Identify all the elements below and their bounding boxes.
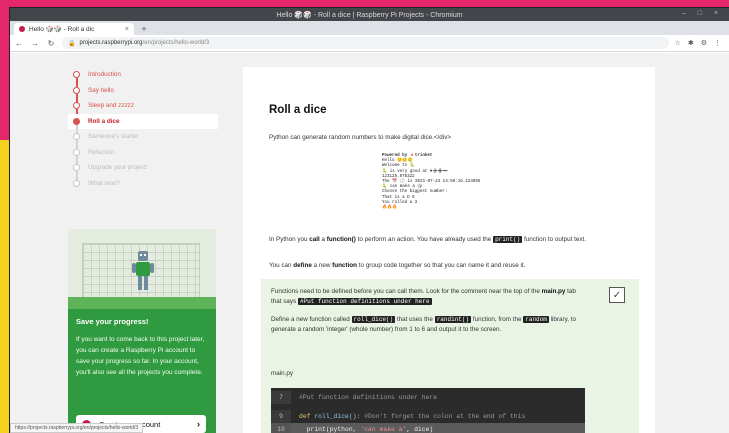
inline-code: print()	[493, 236, 523, 243]
inline-code: randint()	[434, 316, 472, 323]
window-controls[interactable]: – □ ×	[682, 10, 723, 17]
reload-icon[interactable]: ↻	[46, 39, 56, 48]
main-panel: Roll a dice Python can generate random n…	[243, 67, 655, 433]
intro-paragraph: Python can generate random numbers to ma…	[269, 134, 452, 141]
step-item-reflection[interactable]: Refection	[68, 145, 218, 165]
define-paragraph: You can define a new function to group c…	[269, 262, 526, 269]
trinket-output: Powered by 🔺trinket Hello 🙂🙂🙂 Welcome to…	[378, 151, 508, 227]
step-item-say-hello[interactable]: Say hello	[68, 83, 218, 103]
task-paragraph-2: Define a new function called roll_dice()…	[271, 316, 577, 333]
card-title: Save your progress!	[76, 317, 149, 326]
browser-window: Hello 🎲🎲 - Roll a dice | Raspberry Pi Pr…	[10, 8, 729, 433]
code-filename: main.py	[271, 370, 294, 377]
line-number: 9	[271, 410, 291, 423]
card-text: If you want to come back to this project…	[76, 336, 205, 376]
step-dot-icon	[73, 71, 80, 78]
page-content: Introduction Say hello Sleep and zzzzz R…	[10, 53, 729, 433]
step-label: Upgrade your project	[88, 164, 147, 172]
step-navigation: Introduction Say hello Sleep and zzzzz R…	[68, 67, 218, 191]
code-line: 9 def roll_dice(): #Don't forget the col…	[271, 410, 585, 423]
tab-strip: Hello 🎲🎲 - Roll a dic × +	[10, 21, 729, 35]
chevron-right-icon: ›	[197, 419, 200, 429]
inline-code: random	[523, 316, 549, 323]
raspberry-favicon-icon	[19, 26, 25, 32]
step-dot-icon	[73, 117, 80, 125]
step-label: Say hello	[88, 86, 114, 94]
back-icon[interactable]: ←	[14, 39, 24, 48]
window-titlebar: Hello 🎲🎲 - Roll a dice | Raspberry Pi Pr…	[10, 8, 729, 21]
step-item-starter[interactable]: Sameone's starter	[68, 129, 218, 149]
menu-icon[interactable]: ⋮	[714, 39, 721, 47]
screenshot-root: Hello 🎲🎲 - Roll a dice | Raspberry Pi Pr…	[0, 0, 729, 433]
step-item-upgrade[interactable]: Upgrade your project	[68, 160, 218, 180]
robot-illustration	[68, 229, 216, 309]
task-checkbox[interactable]: ✓	[609, 287, 625, 303]
profile-icon[interactable]: ⚙	[701, 39, 707, 47]
inline-code: #Put function definitions under here	[297, 298, 432, 305]
url-host: projects.raspberrypi.org	[79, 40, 143, 46]
url-path: /en/projects/hello-world/3	[142, 40, 210, 46]
step-dot-icon	[73, 102, 80, 109]
code-line: 7 #Put function definitions under here	[271, 391, 585, 404]
line-number: 10	[271, 423, 291, 433]
status-bar-url: https://projects.raspberrypi.org/en/proj…	[10, 423, 144, 433]
step-dot-icon	[73, 164, 80, 171]
step-dot-icon	[73, 86, 80, 94]
step-label: Introduction	[88, 71, 121, 79]
line-number: 7	[271, 391, 291, 404]
save-progress-card: Save your progress! If you want to come …	[68, 229, 216, 433]
step-item-roll-a-dice[interactable]: Roll a dice	[68, 113, 218, 134]
step-item-introduction[interactable]: Introduction	[68, 67, 218, 87]
browser-tab[interactable]: Hello 🎲🎲 - Roll a dic ×	[14, 23, 134, 35]
tab-close-icon[interactable]: ×	[125, 26, 129, 33]
call-paragraph: In Python you call a function() to perfo…	[269, 236, 586, 243]
forward-icon[interactable]: →	[30, 39, 40, 48]
trinket-line: 🔥🔥🔥	[382, 206, 398, 211]
code-line: 10 print(python, 'can make a', dice)	[271, 423, 585, 433]
step-label: Sameone's starter	[88, 133, 139, 141]
step-label: Refection	[88, 148, 115, 156]
task-paragraph-1: Functions need to be defined before you …	[271, 288, 576, 305]
browser-toolbar: ← → ↻ 🔒 projects.raspberrypi.org/en/proj…	[10, 35, 729, 52]
code-block: 7 #Put function definitions under here 9…	[271, 388, 585, 433]
bookmark-star-icon[interactable]: ☆	[675, 39, 681, 47]
robot-icon	[132, 251, 154, 290]
window-title: Hello 🎲🎲 - Roll a dice | Raspberry Pi Pr…	[276, 11, 463, 19]
new-tab-button[interactable]: +	[137, 23, 151, 35]
step-label: What next?	[88, 179, 120, 187]
tab-label: Hello 🎲🎲 - Roll a dic	[29, 26, 95, 33]
step-item-sleep[interactable]: Sleep and zzzzz	[68, 98, 218, 118]
step-dot-icon	[73, 148, 80, 156]
step-dot-icon	[73, 179, 80, 187]
step-label: Roll a dice	[88, 117, 120, 125]
inline-code: roll_dice()	[351, 316, 396, 323]
extensions-icon[interactable]: ✱	[688, 39, 694, 47]
address-bar[interactable]: 🔒 projects.raspberrypi.org/en/projects/h…	[62, 37, 669, 49]
lock-icon: 🔒	[68, 40, 76, 47]
step-item-what-next[interactable]: What next?	[68, 176, 218, 192]
step-dot-icon	[73, 133, 80, 140]
page-title: Roll a dice	[269, 104, 327, 116]
task-box: ✓ Functions need to be defined before yo…	[261, 279, 639, 433]
step-label: Sleep and zzzzz	[88, 102, 134, 110]
